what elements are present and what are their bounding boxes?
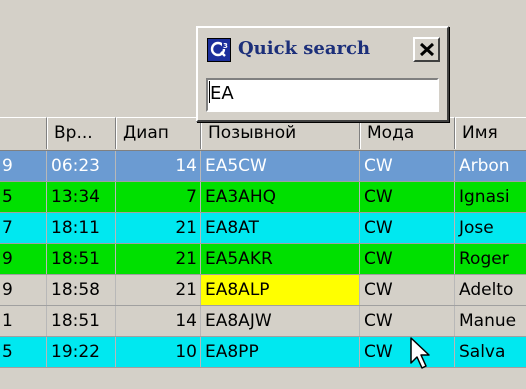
band-cell[interactable]: 10 xyxy=(116,337,201,367)
mode-cell[interactable]: CW xyxy=(360,182,455,212)
mode-cell[interactable]: CW xyxy=(360,275,455,305)
callsign-cell[interactable]: EA8PP xyxy=(201,337,360,367)
callsign-cell[interactable]: EA8ALP xyxy=(201,275,360,305)
quick-search-input[interactable]: EA xyxy=(206,78,439,112)
band-cell[interactable]: 21 xyxy=(116,244,201,274)
row-number-cell[interactable]: 9 xyxy=(0,244,47,274)
logbook-window: Вр... Диап Позывной Мода Имя 9 06:23 14 EA5… xyxy=(0,0,526,389)
name-cell[interactable]: Manue xyxy=(455,306,526,336)
time-cell[interactable]: 13:34 xyxy=(47,182,116,212)
name-cell[interactable]: Adelto xyxy=(455,275,526,305)
grid-rows: 9 06:23 14 EA5CW CW Arbon 5 13:34 7 EA3AHQ CW Ignas… xyxy=(0,151,526,368)
mouse-pointer-icon xyxy=(410,337,432,375)
column-header-name[interactable]: Имя xyxy=(455,117,526,149)
table-row[interactable]: 5 19:22 10 EA8PP CW Salva xyxy=(0,337,526,368)
mode-cell[interactable]: CW xyxy=(360,306,455,336)
mode-cell[interactable]: CW xyxy=(360,337,455,367)
band-cell[interactable]: 14 xyxy=(116,151,201,181)
name-cell[interactable]: Jose xyxy=(455,213,526,243)
table-row[interactable]: 9 18:51 21 EA5AKR CW Roger xyxy=(0,244,526,275)
band-cell[interactable]: 14 xyxy=(116,306,201,336)
table-row[interactable]: 9 18:58 21 EA8ALP CW Adelto xyxy=(0,275,526,306)
row-number-cell[interactable]: 9 xyxy=(0,151,47,181)
row-number-cell[interactable]: 1 xyxy=(0,306,47,336)
band-cell[interactable]: 21 xyxy=(116,275,201,305)
callsign-cell[interactable]: EA5CW xyxy=(201,151,360,181)
column-header-time[interactable]: Вр... xyxy=(47,117,116,149)
qso-logo-icon: 3 xyxy=(207,38,231,62)
callsign-cell[interactable]: EA5AKR xyxy=(201,244,360,274)
name-cell[interactable]: Salva xyxy=(455,337,526,367)
row-number-cell[interactable]: 9 xyxy=(0,275,47,305)
band-cell[interactable]: 21 xyxy=(116,213,201,243)
quick-search-title: Quick search xyxy=(238,38,371,59)
callsign-cell[interactable]: EA3AHQ xyxy=(201,182,360,212)
close-button[interactable] xyxy=(413,37,440,62)
table-row[interactable]: 9 06:23 14 EA5CW CW Arbon xyxy=(0,151,526,182)
column-header-band[interactable]: Диап xyxy=(116,117,201,149)
time-cell[interactable]: 18:51 xyxy=(47,244,116,274)
mode-cell[interactable]: CW xyxy=(360,213,455,243)
quick-search-window[interactable]: 3 Quick search EA xyxy=(196,26,449,122)
callsign-cell[interactable]: EA8AT xyxy=(201,213,360,243)
name-cell[interactable]: Arbon xyxy=(455,151,526,181)
table-row[interactable]: 5 13:34 7 EA3AHQ CW Ignasi xyxy=(0,182,526,213)
grid-header: Вр... Диап Позывной Мода Имя xyxy=(0,117,526,151)
row-number-cell[interactable]: 5 xyxy=(0,182,47,212)
column-header-0[interactable] xyxy=(0,117,47,149)
row-number-cell[interactable]: 5 xyxy=(0,337,47,367)
name-cell[interactable]: Ignasi xyxy=(455,182,526,212)
quick-search-titlebar[interactable]: 3 Quick search xyxy=(200,30,445,68)
mode-cell[interactable]: CW xyxy=(360,151,455,181)
log-grid[interactable]: Вр... Диап Позывной Мода Имя 9 06:23 14 EA5… xyxy=(0,117,526,389)
quick-search-value: EA xyxy=(210,83,234,104)
mode-cell[interactable]: CW xyxy=(360,244,455,274)
close-icon xyxy=(419,42,435,57)
time-cell[interactable]: 19:22 xyxy=(47,337,116,367)
table-row[interactable]: 7 18:11 21 EA8AT CW Jose xyxy=(0,213,526,244)
table-row[interactable]: 1 18:51 14 EA8AJW CW Manue xyxy=(0,306,526,337)
time-cell[interactable]: 18:58 xyxy=(47,275,116,305)
time-cell[interactable]: 06:23 xyxy=(47,151,116,181)
row-number-cell[interactable]: 7 xyxy=(0,213,47,243)
svg-text:3: 3 xyxy=(223,42,228,50)
name-cell[interactable]: Roger xyxy=(455,244,526,274)
callsign-cell[interactable]: EA8AJW xyxy=(201,306,360,336)
time-cell[interactable]: 18:11 xyxy=(47,213,116,243)
time-cell[interactable]: 18:51 xyxy=(47,306,116,336)
band-cell[interactable]: 7 xyxy=(116,182,201,212)
